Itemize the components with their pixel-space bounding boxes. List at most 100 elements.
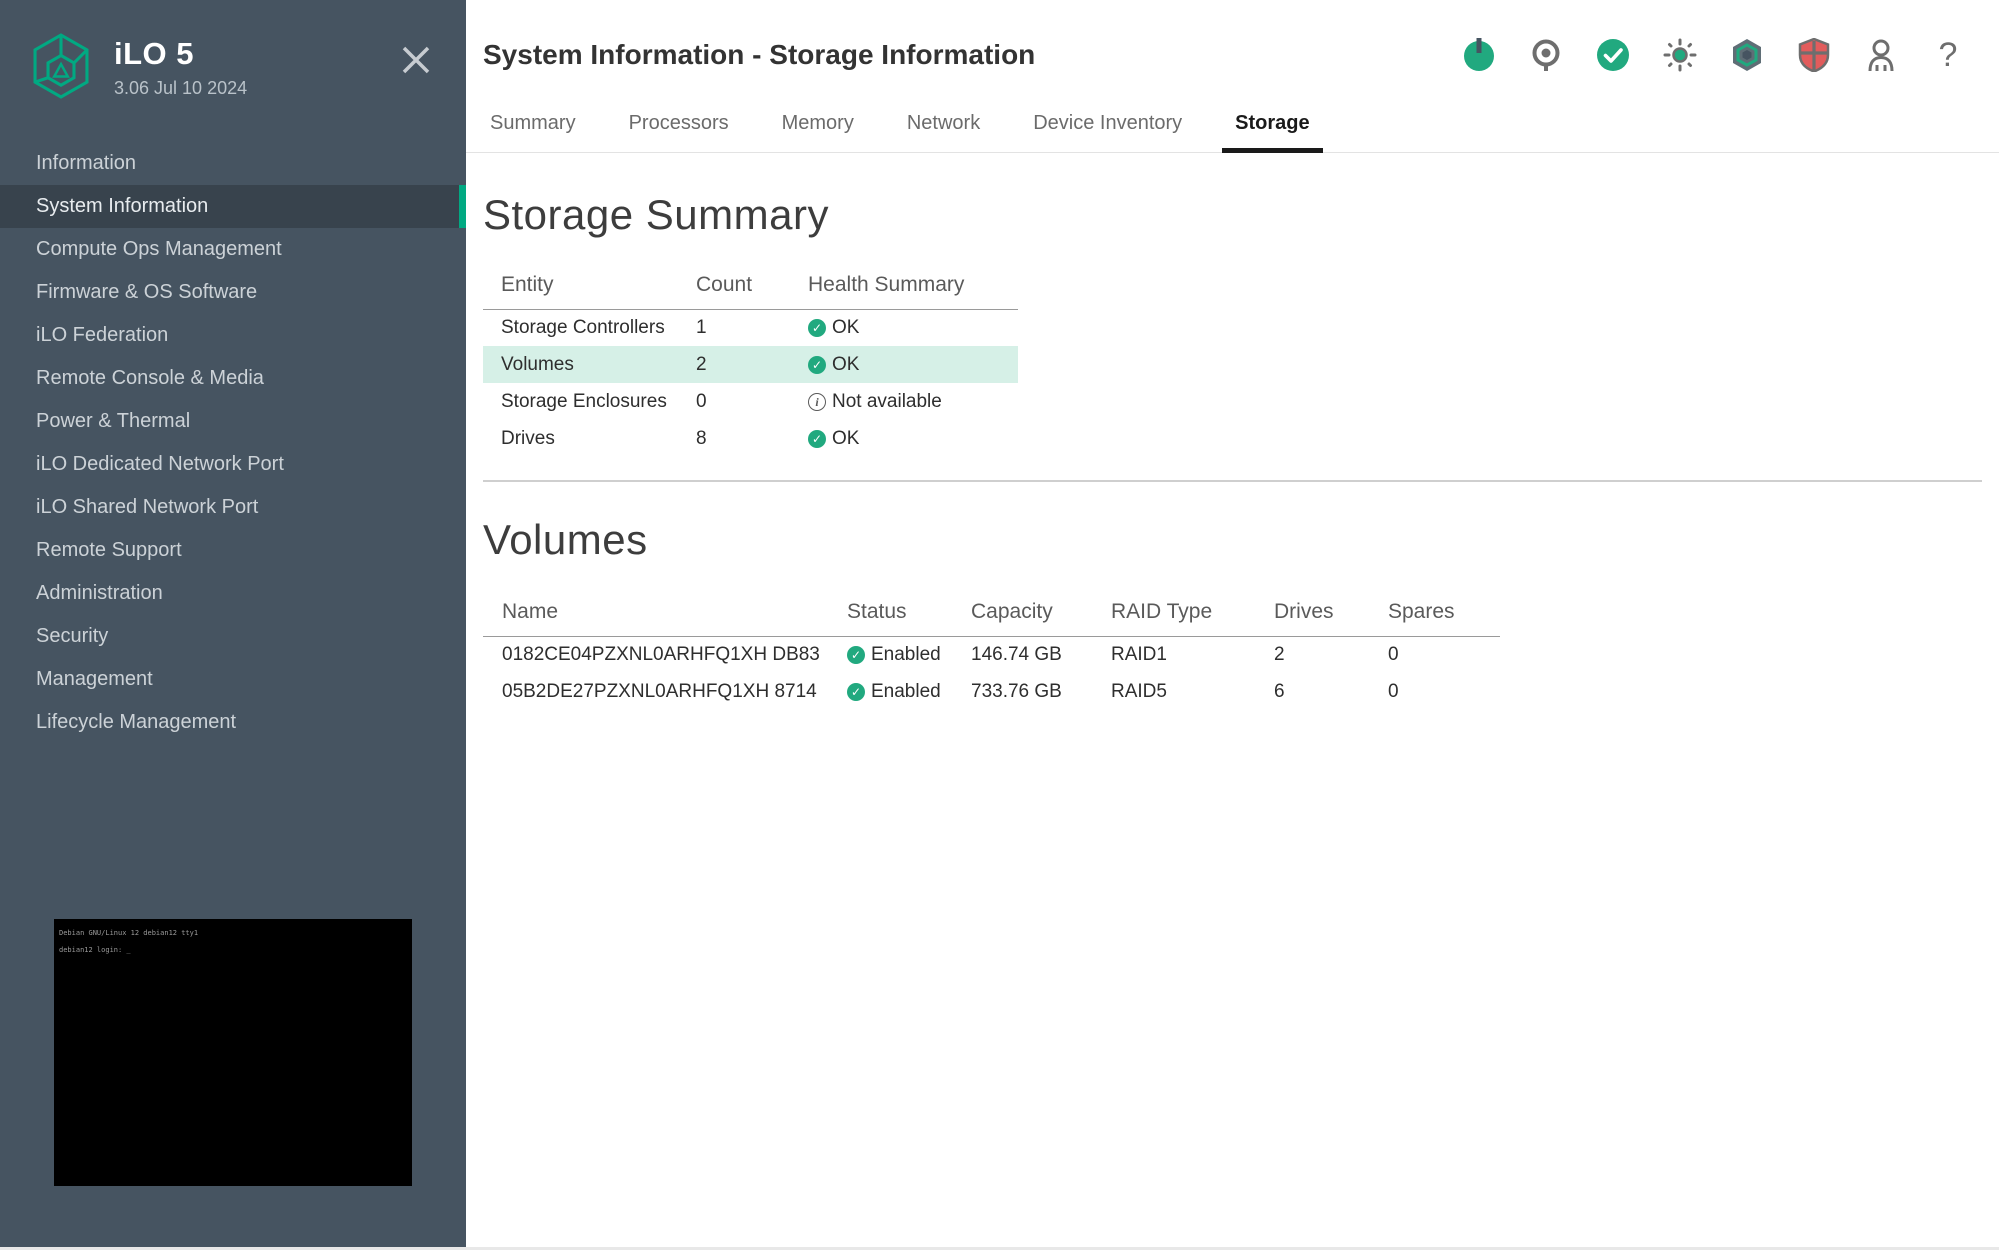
health-status-icon <box>808 430 826 448</box>
summary-row[interactable]: Drives 8 OK <box>483 420 1018 457</box>
volumes-heading: Volumes <box>483 516 648 563</box>
uid-icon[interactable] <box>1529 38 1563 72</box>
sidebar-nav-item[interactable]: iLO Shared Network Port <box>0 486 466 529</box>
tab[interactable]: Network <box>907 100 980 152</box>
volume-capacity-cell: 733.76 GB <box>971 680 1062 702</box>
volume-raid-cell: RAID1 <box>1111 643 1167 665</box>
health-status-icon <box>808 393 826 412</box>
count-cell: 0 <box>696 390 707 412</box>
sidebar-nav-item[interactable]: Remote Support <box>0 529 466 572</box>
firmware-version: 3.06 Jul 10 2024 <box>114 78 248 98</box>
health-status-text: Not available <box>832 391 942 413</box>
tab[interactable]: Processors <box>629 100 729 152</box>
main-content: System Information - Storage Information <box>466 0 1999 1250</box>
sidebar-nav: Information System Information Compute O… <box>0 142 466 744</box>
volumes-header-row: Name Status Capacity RAID Type Drives Sp… <box>483 588 1500 636</box>
brand-text: iLO 5 3.06 Jul 10 2024 <box>114 30 247 99</box>
volume-drives-cell: 2 <box>1274 643 1285 665</box>
section-divider <box>483 480 1982 482</box>
sidebar-nav-item[interactable]: Administration <box>0 572 466 615</box>
ilo-logo-icon <box>33 33 89 99</box>
storage-page: Storage Summary Entity Count Health Summ… <box>466 191 1999 710</box>
brand-header: iLO 5 3.06 Jul 10 2024 <box>0 0 466 100</box>
volume-raid-cell: RAID5 <box>1111 680 1167 702</box>
volume-status-cell: Enabled <box>847 636 971 673</box>
volume-row[interactable]: 0182CE04PZXNL0ARHFQ1XH DB83 Enabled 146.… <box>483 636 1500 673</box>
volume-spares-cell: 0 <box>1388 680 1399 702</box>
column-header-name: Name <box>502 599 559 623</box>
firmware-hexagon-icon[interactable] <box>1730 38 1764 72</box>
health-cell: OK <box>808 346 1018 383</box>
volume-capacity-cell: 146.74 GB <box>971 643 1062 665</box>
volumes-table: Name Status Capacity RAID Type Drives Sp… <box>483 588 1500 710</box>
volume-row[interactable]: 05B2DE27PZXNL0ARHFQ1XH 8714 Enabled 733.… <box>483 673 1500 710</box>
brightness-icon[interactable] <box>1663 38 1697 72</box>
count-cell: 8 <box>696 427 707 449</box>
tab[interactable]: Summary <box>490 100 576 152</box>
volume-status-cell: Enabled <box>847 673 971 710</box>
entity-cell: Volumes <box>501 353 574 375</box>
tab[interactable]: Storage <box>1222 100 1324 153</box>
count-cell: 1 <box>696 316 707 338</box>
column-header-entity: Entity <box>501 272 554 296</box>
sidebar-nav-item[interactable]: System Information <box>0 185 466 228</box>
ilo-app-window: iLO 5 3.06 Jul 10 2024 Information Syste… <box>0 0 1999 1250</box>
volume-status-icon <box>847 683 865 701</box>
count-cell: 2 <box>696 353 707 375</box>
console-line: debian12 login: _ <box>59 945 131 954</box>
sidebar-nav-item[interactable]: Lifecycle Management <box>0 701 466 744</box>
user-icon[interactable] <box>1864 38 1898 72</box>
sidebar-nav-item[interactable]: Remote Console & Media <box>0 357 466 400</box>
remote-console-thumbnail[interactable]: Debian GNU/Linux 12 debian12 tty1 debian… <box>54 919 412 1186</box>
column-header-spares: Spares <box>1388 599 1455 623</box>
sidebar-nav-item[interactable]: Compute Ops Management <box>0 228 466 271</box>
column-header-health: Health Summary <box>808 272 965 296</box>
health-status-text: OK <box>832 317 860 339</box>
tab[interactable]: Memory <box>782 100 854 152</box>
app-title: iLO 5 <box>114 36 195 71</box>
volume-status-text: Enabled <box>871 644 941 666</box>
sidebar-nav-item[interactable]: iLO Federation <box>0 314 466 357</box>
health-cell: OK <box>808 420 1018 457</box>
tab[interactable]: Device Inventory <box>1033 100 1182 152</box>
column-header-count: Count <box>696 272 753 296</box>
sidebar-nav-item[interactable]: Management <box>0 658 466 701</box>
health-status-icon <box>808 319 826 338</box>
summary-header-row: Entity Count Health Summary <box>483 261 1018 309</box>
entity-cell: Storage Controllers <box>501 316 665 338</box>
health-cell: Not available <box>808 383 1018 420</box>
sidebar: iLO 5 3.06 Jul 10 2024 Information Syste… <box>0 0 466 1250</box>
power-icon[interactable] <box>1462 38 1496 72</box>
health-cell: OK <box>808 309 1018 346</box>
volume-name-cell: 05B2DE27PZXNL0ARHFQ1XH 8714 <box>502 680 817 702</box>
health-status-text: OK <box>832 354 860 375</box>
entity-cell: Storage Enclosures <box>501 390 667 412</box>
volume-status-icon <box>847 646 865 665</box>
system-info-tabs: Summary Processors Memory Network Device… <box>466 100 1999 153</box>
status-icon-bar: ? <box>1462 38 1965 72</box>
column-header-capacity: Capacity <box>971 599 1053 623</box>
sidebar-nav-item[interactable]: Information <box>0 142 466 185</box>
summary-row[interactable]: Storage Enclosures 0 Not available <box>483 383 1018 420</box>
sidebar-nav-item[interactable]: iLO Dedicated Network Port <box>0 443 466 486</box>
storage-summary-table: Entity Count Health Summary Storage Cont… <box>483 261 1018 457</box>
column-header-raid-type: RAID Type <box>1111 599 1213 623</box>
summary-row[interactable]: Storage Controllers 1 OK <box>483 309 1018 346</box>
volume-name-cell: 0182CE04PZXNL0ARHFQ1XH DB83 <box>502 643 820 665</box>
help-icon[interactable]: ? <box>1931 38 1965 72</box>
volume-drives-cell: 6 <box>1274 680 1285 702</box>
volume-status-text: Enabled <box>871 681 941 702</box>
summary-row[interactable]: Volumes 2 OK <box>483 346 1018 383</box>
close-sidebar-icon[interactable] <box>396 40 436 80</box>
topbar: System Information - Storage Information <box>466 0 1999 72</box>
health-status-icon <box>808 356 826 374</box>
console-line: Debian GNU/Linux 12 debian12 tty1 <box>59 929 199 937</box>
volume-spares-cell: 0 <box>1388 643 1399 665</box>
health-ok-icon[interactable] <box>1596 38 1630 72</box>
sidebar-nav-item[interactable]: Firmware & OS Software <box>0 271 466 314</box>
sidebar-nav-item[interactable]: Security <box>0 615 466 658</box>
sidebar-nav-item[interactable]: Power & Thermal <box>0 400 466 443</box>
column-header-drives: Drives <box>1274 599 1334 623</box>
security-shield-icon[interactable] <box>1797 38 1831 72</box>
page-title: System Information - Storage Information <box>483 39 1036 70</box>
